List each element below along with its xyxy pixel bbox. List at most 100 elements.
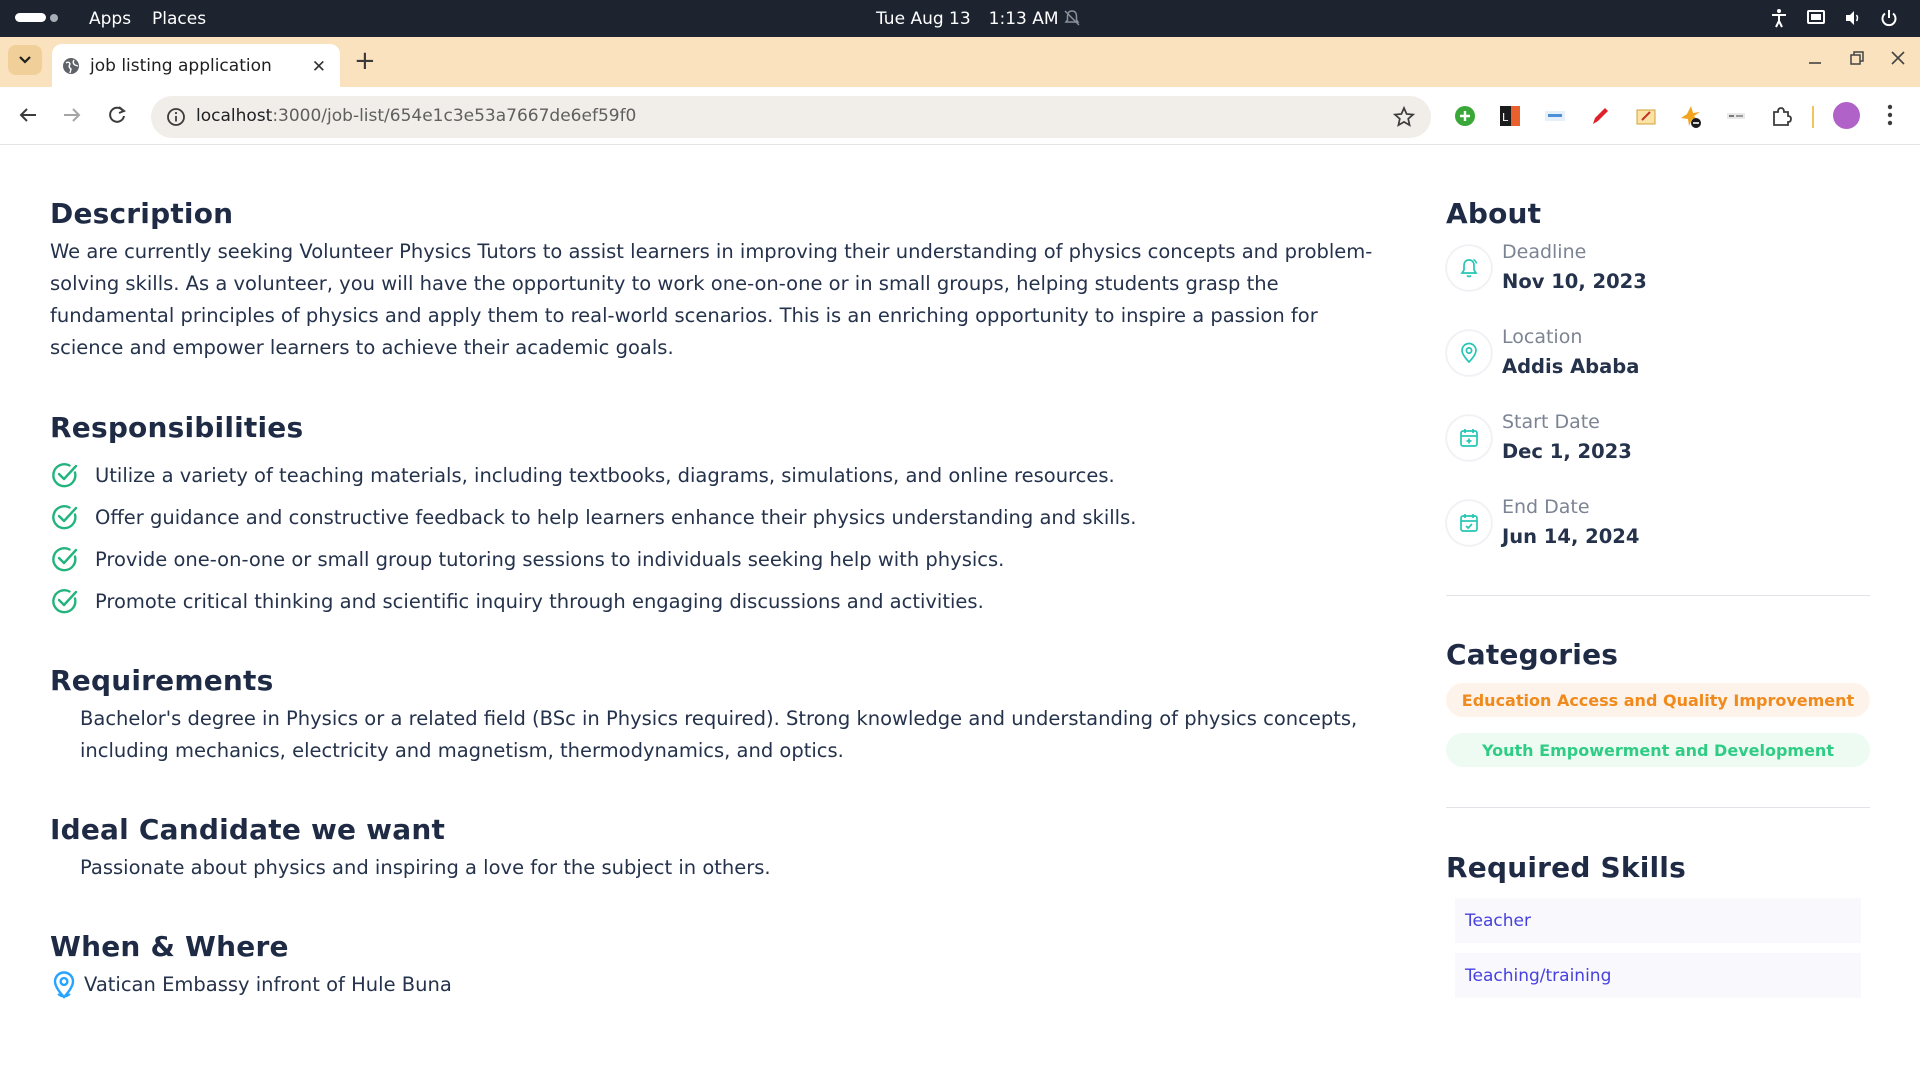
apps-menu[interactable]: Apps <box>89 9 131 29</box>
ideal-candidate-section: Ideal Candidate we want Passionate about… <box>50 813 771 884</box>
tab-job-listing[interactable]: job listing application ✕ <box>52 44 340 87</box>
list-item: Offer guidance and constructive feedback… <box>50 496 1136 538</box>
forward-arrow-icon[interactable] <box>60 103 84 127</box>
about-label: End Date <box>1502 496 1590 518</box>
categories-heading: Categories <box>1446 638 1619 671</box>
bookmark-star-icon[interactable] <box>1393 106 1415 128</box>
extension-small-icon[interactable] <box>1724 104 1748 128</box>
extensions-puzzle-icon[interactable] <box>1769 104 1793 128</box>
workspace-dot <box>50 13 58 22</box>
check-circle-icon <box>52 589 78 614</box>
check-circle-icon <box>52 505 78 530</box>
list-item: Promote critical thinking and scientific… <box>50 580 1136 622</box>
about-end-date: End Date Jun 14, 2024 <box>1446 496 1866 556</box>
about-value: Jun 14, 2024 <box>1502 525 1640 548</box>
category-pill[interactable]: Youth Empowerment and Development <box>1446 733 1870 767</box>
requirements-text: Bachelor's degree in Physics or a relate… <box>80 707 1358 762</box>
check-circle-icon <box>52 547 78 572</box>
ideal-candidate-heading: Ideal Candidate we want <box>50 813 446 846</box>
skill-tag[interactable]: Teaching/training <box>1455 953 1861 998</box>
url-host: localhost <box>196 106 273 126</box>
site-info-icon[interactable] <box>166 107 186 127</box>
close-window-icon[interactable] <box>1889 49 1907 67</box>
tab-search-button[interactable] <box>8 45 42 75</box>
globe-icon <box>63 58 79 74</box>
profile-avatar[interactable] <box>1833 102 1860 129</box>
about-start-date: Start Date Dec 1, 2023 <box>1446 411 1866 471</box>
clock[interactable]: Tue Aug 13 1:13 AM <box>876 9 1059 29</box>
extension-edit-icon[interactable] <box>1634 104 1658 128</box>
about-section: About Deadline Nov 10, 2023 Location Add… <box>1446 197 1647 548</box>
description-text: We are currently seeking Volunteer Physi… <box>50 240 1373 359</box>
about-label: Deadline <box>1502 241 1587 263</box>
when-where-heading: When & Where <box>50 930 289 963</box>
notifications-muted-icon <box>1064 10 1080 26</box>
bell-icon <box>1446 245 1492 291</box>
tab-strip: job listing application ✕ + <box>0 37 1920 87</box>
requirements-section: Requirements Bachelor's degree in Physic… <box>50 664 1395 767</box>
system-tray[interactable] <box>1770 8 1898 28</box>
about-label: Start Date <box>1502 411 1600 433</box>
svg-text:L: L <box>1502 111 1509 124</box>
toolbar-divider <box>1812 106 1814 128</box>
location-pin-icon <box>53 971 75 999</box>
restore-icon[interactable] <box>1848 49 1866 67</box>
extension-banner-icon[interactable] <box>1543 104 1567 128</box>
check-circle-icon <box>52 463 78 488</box>
list-item: Provide one-on-one or small group tutori… <box>50 538 1136 580</box>
screen-icon[interactable] <box>1806 9 1826 27</box>
responsibility-text: Utilize a variety of teaching materials,… <box>95 463 1115 487</box>
calendar-plus-icon <box>1446 415 1492 461</box>
about-value: Dec 1, 2023 <box>1502 440 1632 463</box>
about-heading: About <box>1446 197 1542 230</box>
extension-pen-icon[interactable] <box>1588 104 1612 128</box>
back-arrow-icon[interactable] <box>16 103 40 127</box>
categories-section: Categories Education Access and Quality … <box>1446 638 1870 767</box>
tab-close-icon[interactable]: ✕ <box>312 57 326 77</box>
required-skills-section: Required Skills Teacher Teaching/trainin… <box>1446 851 1861 998</box>
responsibilities-heading: Responsibilities <box>50 411 304 444</box>
skill-tag[interactable]: Teacher <box>1455 898 1861 943</box>
about-deadline: Deadline Nov 10, 2023 <box>1446 241 1866 301</box>
extension-burst-icon[interactable] <box>1679 104 1703 128</box>
responsibility-text: Provide one-on-one or small group tutori… <box>95 547 1005 571</box>
about-value: Addis Ababa <box>1502 355 1640 378</box>
browser-menu-icon[interactable] <box>1887 104 1893 126</box>
job-detail-page: Description We are currently seeking Vol… <box>0 146 1920 1080</box>
event-location-text: Vatican Embassy infront of Hule Buna <box>84 973 452 996</box>
sidebar-divider <box>1446 807 1870 808</box>
responsibilities-list: Utilize a variety of teaching materials,… <box>50 454 1136 622</box>
browser-toolbar: localhost:3000/job-list/654e1c3e53a7667d… <box>0 87 1920 145</box>
about-label: Location <box>1502 326 1583 348</box>
category-pill[interactable]: Education Access and Quality Improvement <box>1446 683 1870 717</box>
extension-add-icon[interactable] <box>1453 104 1477 128</box>
calendar-check-icon <box>1446 500 1492 546</box>
address-bar[interactable]: localhost:3000/job-list/654e1c3e53a7667d… <box>151 96 1431 138</box>
url-text[interactable]: localhost:3000/job-list/654e1c3e53a7667d… <box>196 106 636 126</box>
clock-time: 1:13 AM <box>988 9 1059 29</box>
extension-lh-icon[interactable]: L <box>1498 104 1522 128</box>
places-menu[interactable]: Places <box>152 9 206 29</box>
url-path: :3000/job-list/654e1c3e53a7667de6ef59f0 <box>272 106 637 126</box>
minimize-icon[interactable] <box>1806 49 1824 67</box>
responsibilities-section: Responsibilities Utilize a variety of te… <box>50 411 1136 622</box>
volume-icon[interactable] <box>1844 9 1862 27</box>
responsibility-text: Offer guidance and constructive feedback… <box>95 505 1137 529</box>
chevron-down-icon <box>19 56 31 64</box>
sidebar-divider <box>1446 595 1870 596</box>
activities-indicator[interactable] <box>15 13 58 22</box>
about-location: Location Addis Ababa <box>1446 326 1866 386</box>
ideal-candidate-text: Passionate about physics and inspiring a… <box>80 856 771 879</box>
location-pin-icon <box>1446 330 1492 376</box>
when-where-section: When & Where Vatican Embassy infront of … <box>50 930 452 1001</box>
tab-title: job listing application <box>90 56 272 76</box>
event-location: Vatican Embassy infront of Hule Buna <box>50 969 452 1001</box>
about-value: Nov 10, 2023 <box>1502 270 1647 293</box>
power-icon[interactable] <box>1880 9 1898 27</box>
responsibility-text: Promote critical thinking and scientific… <box>95 589 984 613</box>
reload-icon[interactable] <box>105 103 129 127</box>
description-heading: Description <box>50 197 234 230</box>
required-skills-heading: Required Skills <box>1446 851 1686 884</box>
new-tab-button[interactable]: + <box>354 48 376 74</box>
accessibility-icon[interactable] <box>1770 8 1788 28</box>
